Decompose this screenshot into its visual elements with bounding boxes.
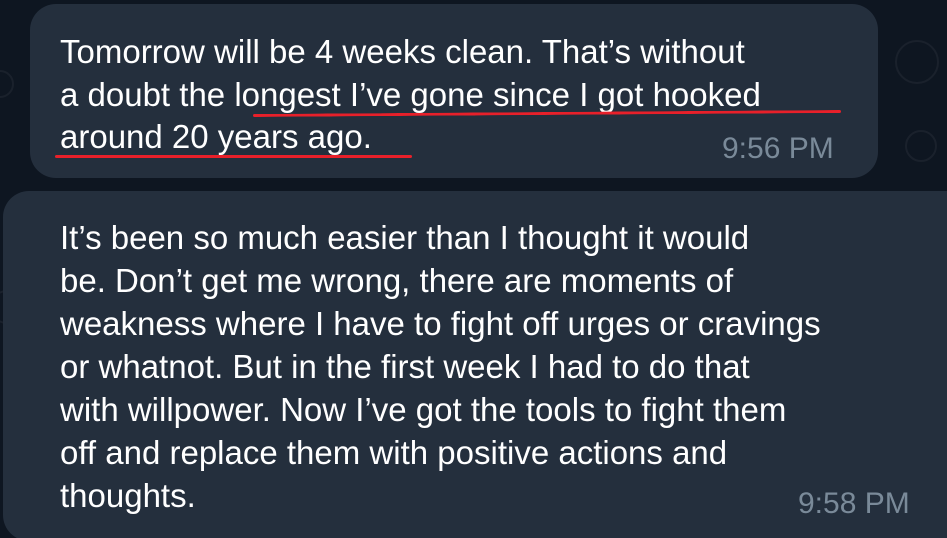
message-text-line: be. Don’t get me wrong, there are moment… [60,262,734,299]
incoming-message-bubble[interactable]: Tomorrow will be 4 weeks clean. That’s w… [30,4,878,178]
message-text-line: It’s been so much easier than I thought … [60,219,750,256]
background-doodle [0,70,14,98]
message-text-line: with willpower. Now I’ve got the tools t… [60,391,787,428]
message-text-line: off and replace them with positive actio… [60,434,728,471]
message-text-line: around 20 years ago. [60,118,372,155]
message-text-line: weakness where I have to fight off urges… [60,305,821,342]
incoming-message-bubble[interactable]: It’s been so much easier than I thought … [3,191,947,538]
background-doodle [905,130,937,162]
message-text-line: thoughts. [60,477,196,514]
message-text-line: or whatnot. But in the first week I had … [60,348,750,385]
background-doodle [895,40,939,84]
annotation-underline [55,155,412,158]
message-timestamp: 9:58 PM [798,487,910,520]
message-text-line: a doubt the longest I’ve gone since I go… [60,76,761,113]
message-timestamp: 9:56 PM [722,132,834,165]
message-text-line: Tomorrow will be 4 weeks clean. That’s w… [60,33,745,70]
